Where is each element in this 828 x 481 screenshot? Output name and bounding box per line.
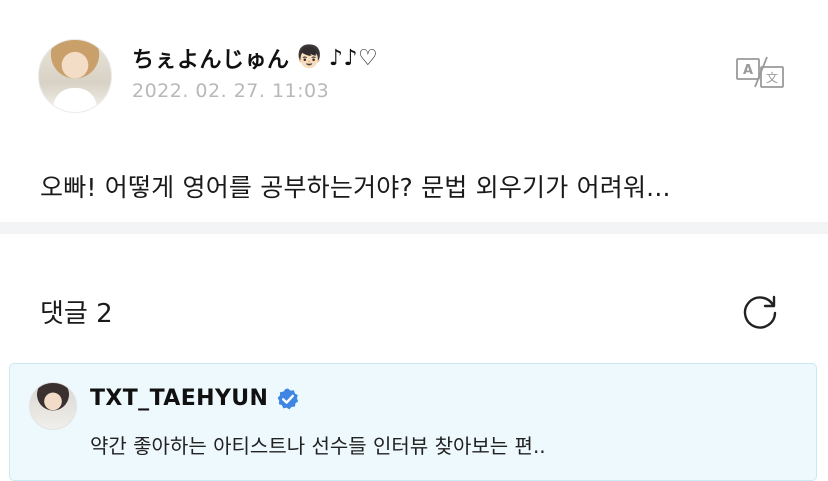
refresh-button[interactable] xyxy=(740,291,780,331)
author-name[interactable]: ちぇよんじゅん xyxy=(132,42,290,74)
comment-item[interactable]: TXT_TAEHYUN 약간 좋아하는 아티스트나 선수들 인터뷰 찾아보는 편… xyxy=(9,363,817,481)
translate-icon: A 文 xyxy=(736,56,784,88)
section-divider xyxy=(0,222,828,234)
post-body: 오빠! 어떻게 영어를 공부하는거야? 문법 외우기가 어려워... xyxy=(40,173,671,202)
boy-face-emoji: 👦🏻 xyxy=(295,45,323,70)
author-avatar[interactable] xyxy=(38,39,112,113)
post-timestamp: 2022. 02. 27. 11:03 xyxy=(132,80,330,102)
comment-author-row: TXT_TAEHYUN xyxy=(90,386,300,411)
translate-button[interactable]: A 文 xyxy=(735,55,787,91)
svg-text:A: A xyxy=(743,63,753,78)
refresh-icon xyxy=(743,295,777,329)
comments-count-header: 댓글 2 xyxy=(40,299,113,329)
comment-text: 약간 좋아하는 아티스트나 선수들 인터뷰 찾아보는 편.. xyxy=(90,434,546,458)
comment-author-avatar[interactable] xyxy=(29,382,77,430)
post-card: ちぇよんじゅん 👦🏻 ♪♪♡ 2022. 02. 27. 11:03 A 文 오… xyxy=(0,0,828,222)
avatar-shirt xyxy=(53,88,97,112)
verified-badge-icon xyxy=(277,388,299,409)
author-name-suffix: ♪♪♡ xyxy=(328,45,379,71)
svg-text:文: 文 xyxy=(766,70,778,85)
author-name-row: ちぇよんじゅん 👦🏻 ♪♪♡ xyxy=(132,42,378,74)
comment-author-name[interactable]: TXT_TAEHYUN xyxy=(90,386,268,411)
